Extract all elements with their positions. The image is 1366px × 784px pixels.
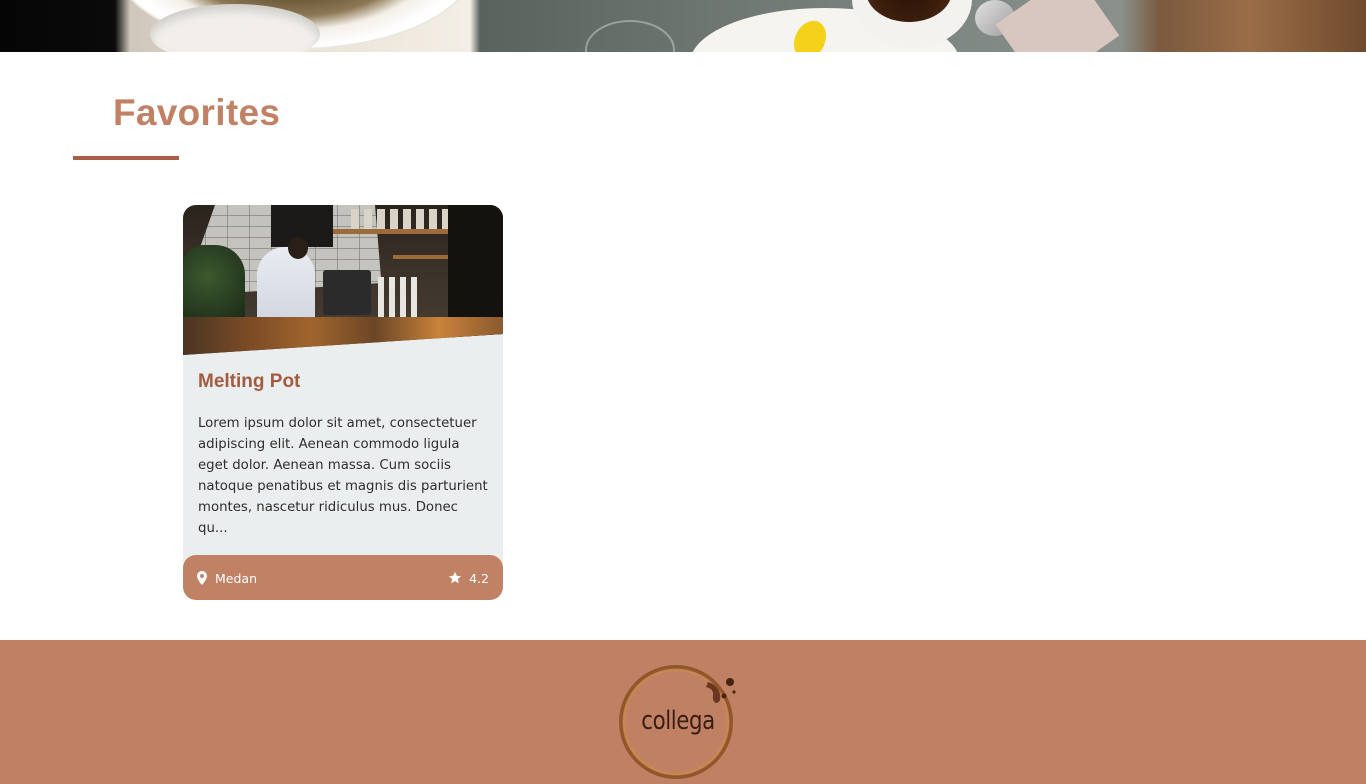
logo-wordmark: collega xyxy=(641,706,715,736)
hero-image xyxy=(0,0,1366,52)
card-footer: Medan 4.2 xyxy=(183,555,503,600)
rating-value: 4.2 xyxy=(469,570,489,586)
location: Medan xyxy=(197,569,257,587)
restaurant-description: Lorem ipsum dolor sit amet, consectetuer… xyxy=(198,416,488,536)
page: Favorites Melting Pot Lorem ipsum dolor … xyxy=(0,0,1366,784)
star-icon xyxy=(449,571,462,584)
location-label: Medan xyxy=(215,570,257,586)
restaurant-card[interactable]: Melting Pot Lorem ipsum dolor sit amet, … xyxy=(183,205,503,600)
title-underline xyxy=(73,156,179,160)
restaurant-name[interactable]: Melting Pot xyxy=(198,371,488,393)
map-pin-icon xyxy=(197,571,207,585)
section-title: Favorites xyxy=(113,92,281,133)
rating: 4.2 xyxy=(448,569,489,587)
restaurant-photo xyxy=(183,205,503,355)
collega-logo[interactable]: collega xyxy=(616,660,742,784)
